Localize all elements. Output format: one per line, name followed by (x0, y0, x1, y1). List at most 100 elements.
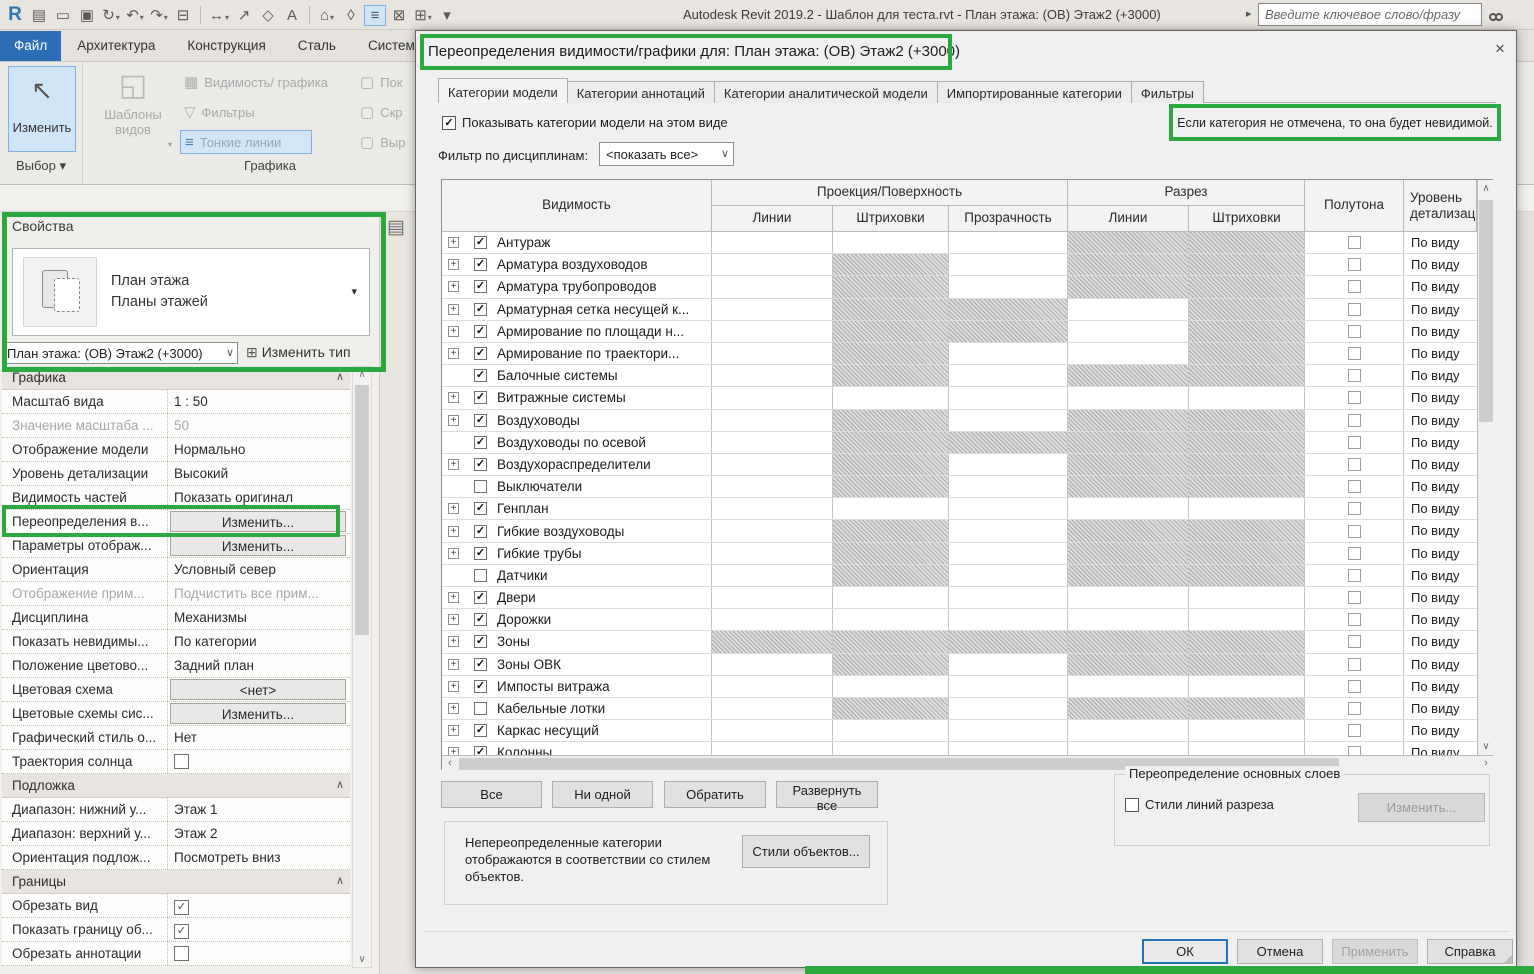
halftone-checkbox[interactable] (1348, 525, 1361, 538)
category-checkbox[interactable]: ✓ (474, 658, 487, 671)
override-cell-pl[interactable] (712, 654, 833, 675)
halftone-checkbox[interactable] (1348, 658, 1361, 671)
override-cell-tr[interactable] (949, 410, 1068, 431)
detail-level-cell[interactable]: По виду (1404, 432, 1477, 453)
category-visibility-cell[interactable]: +✓Дорожки (442, 609, 712, 630)
header-transparency[interactable]: Прозрачность (949, 206, 1068, 232)
property-section-header[interactable]: Подложка∧ (2, 774, 350, 798)
category-checkbox[interactable]: ✓ (474, 391, 487, 404)
aligned-dimension-icon[interactable]: ↗ (233, 5, 255, 25)
property-value[interactable]: ✓ (168, 918, 350, 941)
halftone-checkbox[interactable] (1348, 680, 1361, 693)
override-cell-pl[interactable] (712, 299, 833, 320)
property-value[interactable] (168, 750, 350, 773)
dialog-tab-3[interactable]: Импортированные категории (937, 81, 1132, 103)
property-value[interactable]: <нет> (168, 678, 350, 701)
scrollbar-thumb[interactable] (355, 385, 369, 635)
override-cell-cs[interactable] (1189, 676, 1305, 697)
override-cell-pl[interactable] (712, 742, 833, 755)
detail-level-cell[interactable]: По виду (1404, 476, 1477, 497)
override-cell-cs[interactable] (1189, 609, 1305, 630)
halftone-checkbox[interactable] (1348, 547, 1361, 560)
category-visibility-cell[interactable]: +✓Импосты витража (442, 676, 712, 697)
binoculars-icon[interactable] (1489, 9, 1501, 24)
halftone-checkbox[interactable] (1348, 613, 1361, 626)
override-cell-pl[interactable] (712, 543, 833, 564)
category-checkbox[interactable]: ✓ (474, 436, 487, 449)
detail-level-cell[interactable]: По виду (1404, 698, 1477, 719)
expand-icon[interactable]: + (448, 237, 459, 248)
selection-panel-label[interactable]: Выбор ▾ (0, 158, 82, 174)
detail-level-cell[interactable]: По виду (1404, 321, 1477, 342)
category-visibility-cell[interactable]: +✓Воздуховоды (442, 410, 712, 431)
category-visibility-cell[interactable]: +✓Колонны (442, 742, 712, 755)
header-projection-surface[interactable]: Проекция/Поверхность (712, 180, 1068, 206)
property-checkbox[interactable] (174, 946, 189, 961)
collapse-icon[interactable]: ∧ (336, 874, 344, 893)
override-cell-tr[interactable] (949, 343, 1068, 364)
type-selector[interactable]: План этажа Планы этажей ▾ (12, 248, 370, 336)
header-cut-lines[interactable]: Линии (1068, 206, 1189, 232)
override-cell-tr[interactable] (949, 254, 1068, 275)
override-cell-pl[interactable] (712, 520, 833, 541)
expand-icon[interactable]: + (448, 348, 459, 359)
category-checkbox[interactable]: ✓ (474, 280, 487, 293)
category-checkbox[interactable]: ✓ (474, 369, 487, 382)
section-icon[interactable]: ◊ (340, 6, 362, 25)
expand-icon[interactable]: + (448, 259, 459, 270)
override-cell-pl[interactable] (712, 276, 833, 297)
property-value[interactable]: Условный север (168, 558, 350, 581)
expand-icon[interactable]: + (448, 526, 459, 537)
property-checkbox[interactable] (174, 754, 189, 769)
expand-icon[interactable]: + (448, 747, 459, 755)
expand-icon[interactable]: + (448, 636, 459, 647)
override-cell-ps[interactable] (833, 387, 949, 408)
expand-icon[interactable]: + (448, 326, 459, 337)
override-cell-pl[interactable] (712, 609, 833, 630)
override-cell-tr[interactable] (949, 587, 1068, 608)
override-cell-pl[interactable] (712, 254, 833, 275)
show-model-categories-row[interactable]: ✓ Показывать категории модели на этом ви… (442, 115, 728, 130)
property-value[interactable]: По категории (168, 630, 350, 653)
undo-icon[interactable]: ↶▾ (124, 5, 146, 25)
halftone-checkbox[interactable] (1348, 414, 1361, 427)
detail-level-cell[interactable]: По виду (1404, 654, 1477, 675)
invert-button[interactable]: Обратить (664, 781, 766, 808)
property-value[interactable]: Высокий (168, 462, 350, 485)
override-cell-tr[interactable] (949, 276, 1068, 297)
override-cell-tr[interactable] (949, 720, 1068, 741)
category-checkbox[interactable]: ✓ (474, 258, 487, 271)
category-checkbox[interactable]: ✓ (474, 613, 487, 626)
halftone-checkbox[interactable] (1348, 391, 1361, 404)
override-cell-cl[interactable] (1068, 587, 1189, 608)
show-model-categories-checkbox[interactable]: ✓ (442, 116, 456, 130)
header-cut[interactable]: Разрез (1068, 180, 1305, 206)
category-checkbox[interactable]: ✓ (474, 746, 487, 755)
scroll-down-icon[interactable]: ∨ (353, 954, 371, 965)
header-halftone[interactable]: Полутона (1305, 180, 1404, 232)
scroll-right-icon[interactable]: › (1478, 757, 1494, 769)
expand-icon[interactable]: + (448, 415, 459, 426)
expand-icon[interactable]: + (448, 503, 459, 514)
category-visibility-cell[interactable]: ✓Балочные системы (442, 365, 712, 386)
category-visibility-cell[interactable]: +✓Арматура воздуховодов (442, 254, 712, 275)
property-value[interactable]: Задний план (168, 654, 350, 677)
override-cell-pl[interactable] (712, 454, 833, 475)
override-cell-cl[interactable] (1068, 343, 1189, 364)
override-cell-pl[interactable] (712, 432, 833, 453)
property-edit-button[interactable]: <нет> (170, 679, 346, 700)
expand-icon[interactable]: + (448, 392, 459, 403)
category-visibility-cell[interactable]: +✓Генплан (442, 498, 712, 519)
override-cell-pl[interactable] (712, 410, 833, 431)
category-visibility-cell[interactable]: +✓Армирование по площади н... (442, 321, 712, 342)
type-selector-dropdown-icon[interactable]: ▾ (351, 285, 357, 298)
detail-level-cell[interactable]: По виду (1404, 410, 1477, 431)
property-value[interactable]: Показать оригинал (168, 486, 350, 509)
scroll-left-icon[interactable]: ‹ (442, 757, 458, 769)
category-checkbox[interactable]: ✓ (474, 680, 487, 693)
category-checkbox[interactable]: ✓ (474, 414, 487, 427)
detail-level-cell[interactable]: По виду (1404, 365, 1477, 386)
category-visibility-cell[interactable]: +✓Зоны ОВК (442, 654, 712, 675)
category-checkbox[interactable]: ✓ (474, 591, 487, 604)
select-none-button[interactable]: Ни одной (552, 781, 653, 808)
